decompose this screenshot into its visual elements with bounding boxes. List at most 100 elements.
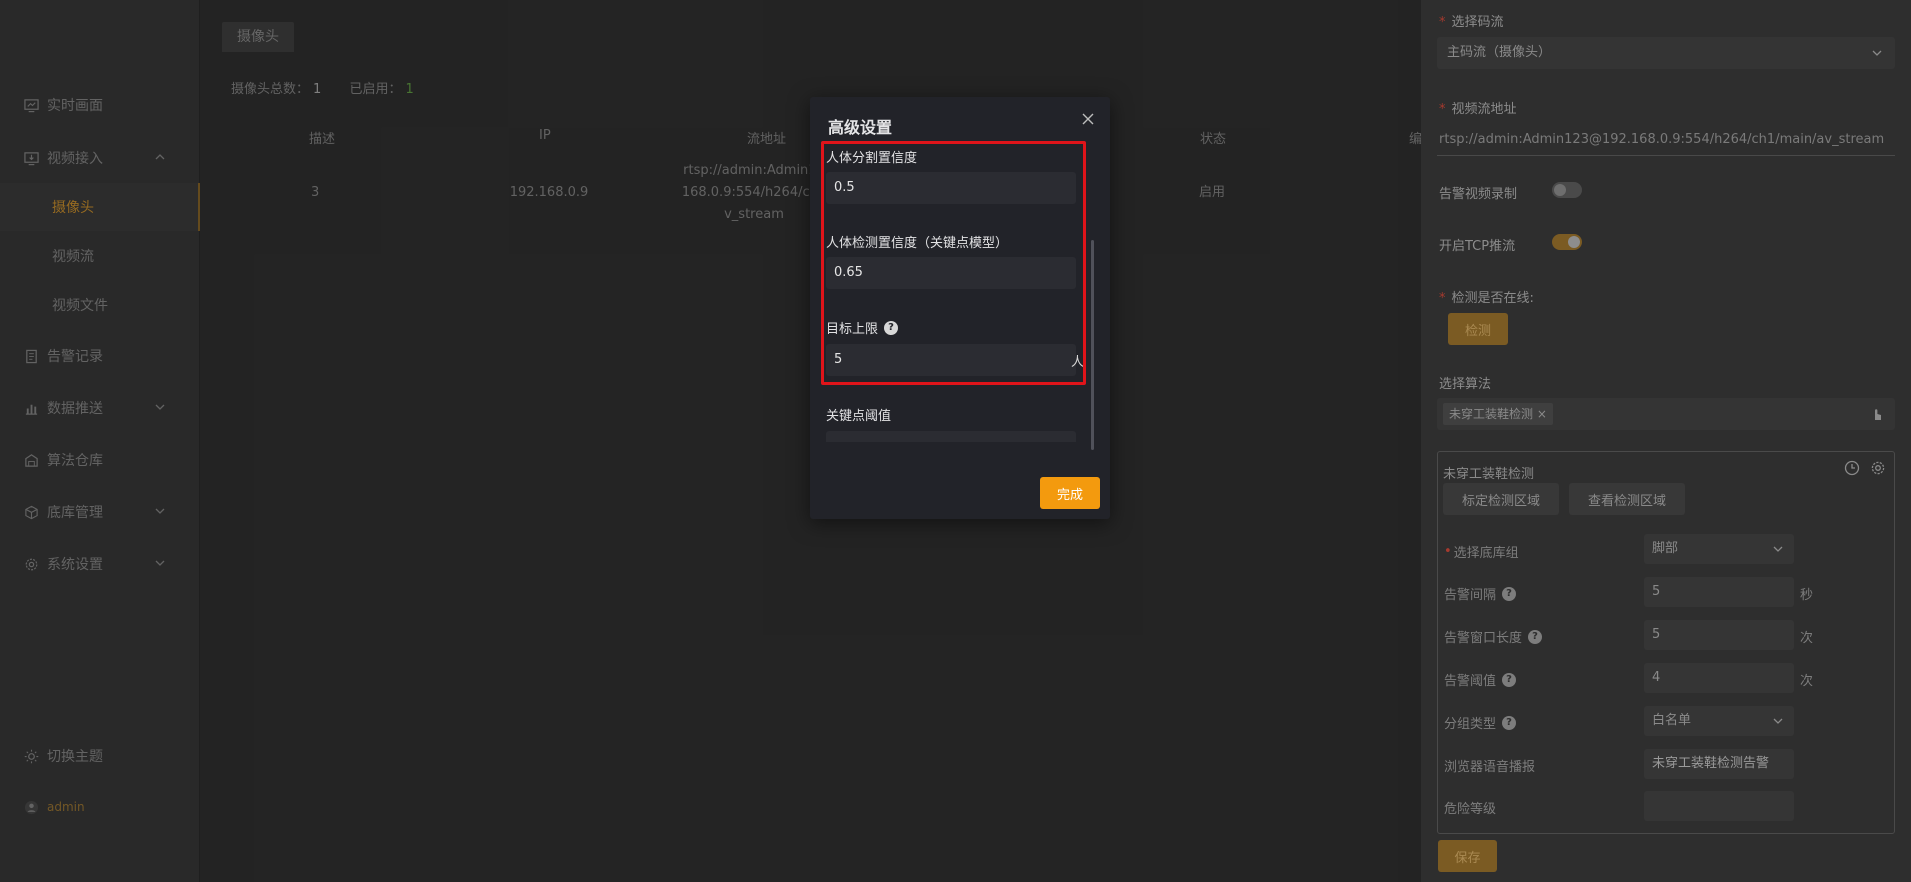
modal-scrollbar[interactable] <box>1091 240 1094 450</box>
chevron-up-icon <box>155 154 165 160</box>
document-icon <box>26 349 37 363</box>
alarm-threshold-label: 告警阈值? <box>1444 670 1517 689</box>
group-type-select[interactable]: 白名单 <box>1644 706 1794 736</box>
sidebar-item-label: 实时画面 <box>47 98 103 114</box>
sidebar-item-settings[interactable]: 系统设置 <box>0 549 200 579</box>
alarm-window-input[interactable]: 5 <box>1644 620 1794 650</box>
keypoint-threshold-input[interactable] <box>826 431 1076 442</box>
sidebar-item-label: 告警记录 <box>47 349 103 365</box>
help-icon[interactable]: ? <box>1502 672 1517 687</box>
mark-area-button[interactable]: 标定检测区域 <box>1443 483 1559 515</box>
alarm-threshold-input[interactable]: 4 <box>1644 663 1794 693</box>
view-area-button[interactable]: 查看检测区域 <box>1569 483 1685 515</box>
help-icon[interactable]: ? <box>1528 629 1543 644</box>
monitor-icon <box>24 98 39 112</box>
algo-config-card: 未穿工装鞋检测 标定检测区域 查看检测区域 • 选择底库组 脚部 告警间隔? 5 … <box>1437 451 1895 834</box>
alarm-interval-unit: 秒 <box>1800 588 1814 603</box>
seg-confidence-input[interactable]: 0.5 <box>826 172 1076 204</box>
help-icon[interactable]: ? <box>1502 715 1517 730</box>
sidebar-item-label: 数据推送 <box>47 401 103 417</box>
chevron-down-icon <box>155 404 165 410</box>
detect-button[interactable]: 检测 <box>1448 313 1508 345</box>
cell-desc: 3 <box>311 185 320 200</box>
cube-icon <box>25 505 38 519</box>
save-button[interactable]: 保存 <box>1438 840 1497 872</box>
danger-level-input[interactable] <box>1644 791 1794 821</box>
alarm-window-unit: 次 <box>1800 631 1814 646</box>
stream-select-value: 主码流（摄像头） <box>1447 45 1552 60</box>
cell-ip: 192.168.0.9 <box>509 185 589 200</box>
target-limit-label: 目标上限? <box>826 318 899 337</box>
stream-label: * 选择码流 <box>1439 15 1504 30</box>
sidebar: 实时画面 视频接入 摄像头 视频流 视频文件 告警记录 数据推送 算法仓库 底库… <box>0 0 200 882</box>
algo-card-title: 未穿工装鞋检测 <box>1443 467 1535 482</box>
sidebar-item-label: 视频接入 <box>47 151 103 167</box>
sidebar-item-video-file[interactable]: 视频文件 <box>0 290 200 320</box>
voice-broadcast-input[interactable]: 未穿工装鞋检测告警 <box>1644 749 1794 779</box>
clock-icon[interactable] <box>1844 460 1860 476</box>
chevron-down-icon <box>1773 718 1783 724</box>
done-button[interactable]: 完成 <box>1040 477 1100 509</box>
stream-url-input[interactable]: rtsp://admin:Admin123@192.168.0.9:554/h2… <box>1437 128 1895 156</box>
total-count: 1 <box>313 82 322 97</box>
chevron-down-icon <box>1872 50 1882 56</box>
sidebar-item-label: 系统设置 <box>47 557 103 573</box>
tab-bar: 摄像头 <box>222 22 294 52</box>
target-limit-input[interactable]: 5 <box>826 344 1076 376</box>
sidebar-item-algo-warehouse[interactable]: 算法仓库 <box>0 445 200 475</box>
help-icon[interactable]: ? <box>1502 586 1517 601</box>
col-header-desc: 描述 <box>309 132 336 147</box>
algo-tag: 未穿工装鞋检测 × <box>1443 403 1553 425</box>
tag-close-icon[interactable]: × <box>1537 407 1547 421</box>
sidebar-item-camera[interactable]: 摄像头 <box>0 183 200 231</box>
theme-toggle[interactable]: 切换主题 <box>0 741 200 771</box>
tab-camera[interactable]: 摄像头 <box>222 22 294 52</box>
gear-icon[interactable] <box>1870 460 1886 476</box>
det-confidence-label: 人体检测置信度（关键点模型） <box>826 236 1009 251</box>
sidebar-item-video-stream[interactable]: 视频流 <box>0 241 200 271</box>
sidebar-item-video-input[interactable]: 视频接入 <box>0 143 200 173</box>
library-group-select[interactable]: 脚部 <box>1644 534 1794 564</box>
help-icon[interactable]: ? <box>884 320 899 335</box>
algo-select[interactable]: 未穿工装鞋检测 × <box>1437 398 1895 430</box>
alarm-threshold-unit: 次 <box>1800 674 1814 689</box>
record-toggle[interactable] <box>1552 182 1582 198</box>
algo-label: 选择算法 <box>1439 377 1492 392</box>
sun-icon <box>24 749 39 763</box>
online-label: * 检测是否在线: <box>1439 291 1534 306</box>
modal-title: 高级设置 <box>828 118 893 137</box>
url-label: * 视频流地址 <box>1439 102 1517 117</box>
sidebar-item-label: 算法仓库 <box>47 453 103 469</box>
modal-body: 人体分割置信度 0.5 人体检测置信度（关键点模型） 0.65 目标上限? 5 … <box>810 142 1110 442</box>
pointer-hand-icon <box>1875 409 1881 420</box>
col-header-url: 流地址 <box>747 132 787 147</box>
det-confidence-input[interactable]: 0.65 <box>826 257 1076 289</box>
sidebar-item-library[interactable]: 底库管理 <box>0 497 200 527</box>
sidebar-item-live[interactable]: 实时画面 <box>0 90 200 120</box>
cell-status: 启用 <box>1199 185 1226 200</box>
sidebar-item-label: 视频文件 <box>52 298 108 314</box>
voice-broadcast-label: 浏览器语音播报 <box>1444 760 1536 775</box>
record-label: 告警视频录制 <box>1439 187 1518 202</box>
user-menu[interactable]: admin <box>0 792 200 822</box>
sidebar-item-label: 底库管理 <box>47 505 103 521</box>
camera-counts: 摄像头总数： 1 已启用： 1 <box>231 78 438 97</box>
tcp-toggle[interactable] <box>1552 234 1582 250</box>
close-icon[interactable] <box>1080 111 1096 127</box>
keypoint-threshold-label: 关键点阈值 <box>826 409 892 424</box>
sidebar-item-data-push[interactable]: 数据推送 <box>0 393 200 423</box>
chevron-down-icon <box>155 508 165 514</box>
alarm-interval-input[interactable]: 5 <box>1644 577 1794 607</box>
sidebar-item-label: 视频流 <box>52 249 94 265</box>
total-label: 摄像头总数： <box>231 82 310 97</box>
tcp-label: 开启TCP推流 <box>1439 239 1516 254</box>
enabled-label: 已启用： <box>349 82 402 97</box>
camera-edit-panel: * 选择码流 主码流（摄像头） * 视频流地址 rtsp://admin:Admin… <box>1421 0 1911 882</box>
stream-select[interactable]: 主码流（摄像头） <box>1437 37 1895 69</box>
advanced-settings-modal: 高级设置 人体分割置信度 0.5 人体检测置信度（关键点模型） 0.65 目标上… <box>810 97 1110 519</box>
target-limit-unit: 人 <box>1071 355 1085 370</box>
sidebar-item-label: 摄像头 <box>52 200 94 216</box>
col-header-status: 状态 <box>1200 132 1227 147</box>
danger-level-label: 危险等级 <box>1444 802 1497 817</box>
sidebar-item-alarm-records[interactable]: 告警记录 <box>0 341 200 371</box>
